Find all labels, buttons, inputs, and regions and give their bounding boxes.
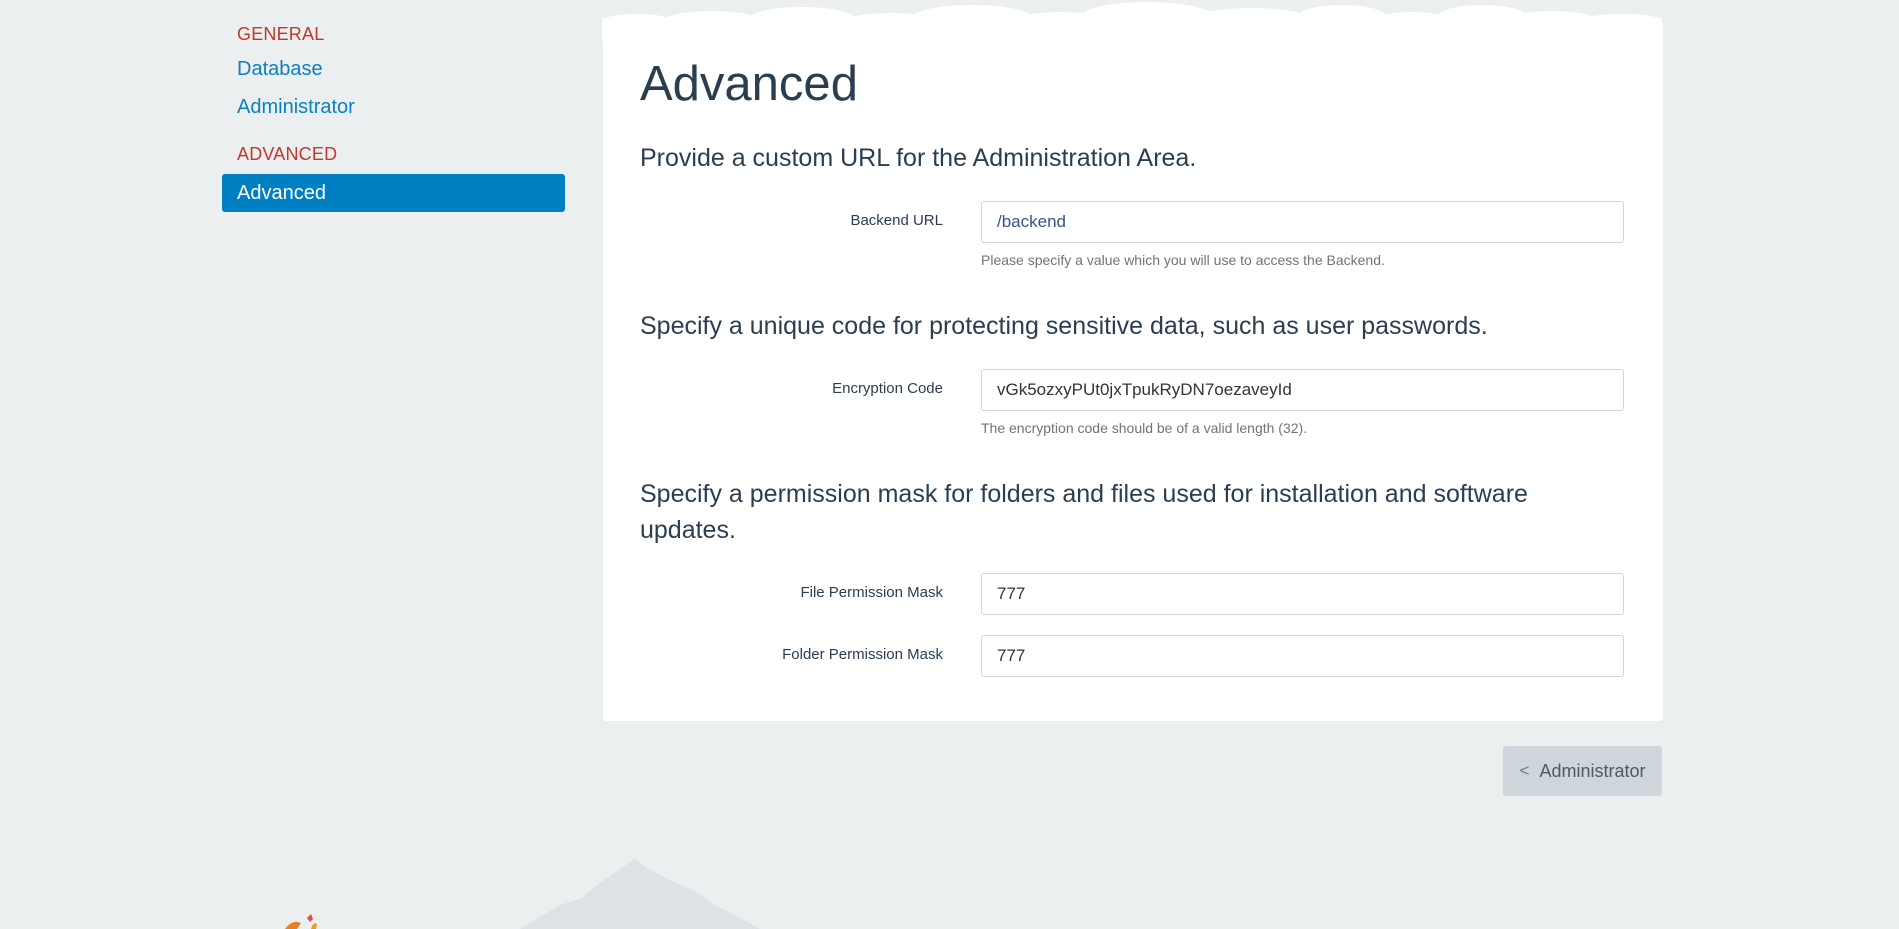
sidebar-item-administrator[interactable]: Administrator <box>222 88 565 126</box>
encryption-code-label: Encryption Code <box>832 380 943 397</box>
section-heading-encryption: Specify a unique code for protecting sen… <box>640 312 1488 340</box>
folder-permission-mask-label: Folder Permission Mask <box>782 646 943 663</box>
backend-url-input[interactable] <box>981 201 1624 243</box>
sidebar-heading-general: GENERAL <box>237 24 325 44</box>
file-permission-mask-label: File Permission Mask <box>800 584 943 601</box>
encryption-code-input[interactable] <box>981 369 1624 411</box>
section-heading-backend-url: Provide a custom URL for the Administrat… <box>640 144 1197 172</box>
chevron-left-icon: < <box>1519 761 1530 780</box>
logo-icon <box>285 914 317 929</box>
back-to-administrator-button[interactable]: < Administrator <box>1503 746 1662 796</box>
page-title: Advanced <box>640 57 858 111</box>
settings-panel: Advanced Provide a custom URL for the Ad… <box>603 22 1663 721</box>
mountain-decoration <box>520 859 760 929</box>
sidebar: GENERAL Database Administrator ADVANCED … <box>222 18 565 212</box>
sidebar-item-database[interactable]: Database <box>222 50 565 88</box>
file-permission-mask-input[interactable] <box>981 573 1624 615</box>
folder-permission-mask-input[interactable] <box>981 635 1624 677</box>
back-button-label: Administrator <box>1539 760 1646 781</box>
section-heading-permissions: Specify a permission mask for folders an… <box>640 480 1528 544</box>
sidebar-item-advanced[interactable]: Advanced <box>222 174 565 212</box>
backend-url-label: Backend URL <box>850 212 943 229</box>
encryption-code-help: The encryption code should be of a valid… <box>981 420 1308 436</box>
sidebar-heading-advanced: ADVANCED <box>237 144 338 164</box>
backend-url-help: Please specify a value which you will us… <box>981 252 1385 268</box>
